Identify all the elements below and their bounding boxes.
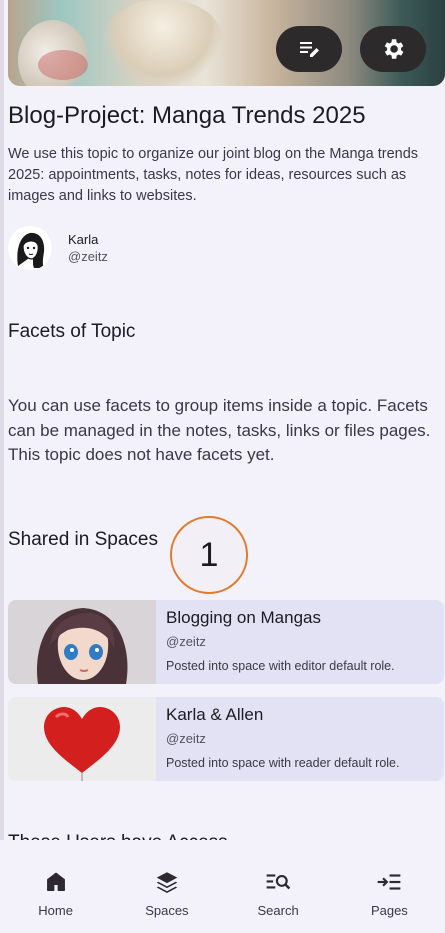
space-role: Posted into space with editor default ro… xyxy=(166,659,395,673)
avatar xyxy=(8,226,52,270)
space-name: Karla & Allen xyxy=(166,705,264,724)
home-icon xyxy=(43,869,69,895)
users-access-title: These Users have Access xyxy=(8,830,228,840)
nav-label: Search xyxy=(257,903,299,918)
facets-section-title: Facets of Topic xyxy=(8,321,136,342)
space-handle: @zeitz xyxy=(166,634,206,649)
topic-title: Blog-Project: Manga Trends 2025 xyxy=(8,102,366,129)
author-name: Karla xyxy=(68,232,99,247)
facets-empty-text: You can use facets to group items inside… xyxy=(8,396,431,464)
layers-icon xyxy=(154,869,180,895)
space-handle: @zeitz xyxy=(166,731,206,746)
space-role: Posted into space with reader default ro… xyxy=(166,756,400,770)
topic-description: We use this topic to organize our joint … xyxy=(8,146,419,204)
gear-icon xyxy=(384,39,404,59)
nav-label: Home xyxy=(38,903,73,918)
search-list-icon xyxy=(265,869,291,895)
nav-pages[interactable]: Pages xyxy=(334,840,445,933)
space-card-blogging-on-mangas[interactable]: Blogging on Mangas @zeitz Posted into sp… xyxy=(8,600,444,684)
shared-spaces-title: Shared in Spaces xyxy=(8,529,158,550)
nav-search[interactable]: Search xyxy=(223,840,334,933)
nav-label: Pages xyxy=(370,903,408,918)
space-thumbnail xyxy=(8,600,156,684)
nav-label: Spaces xyxy=(145,903,189,918)
edit-notes-icon xyxy=(300,42,319,57)
nav-home[interactable]: Home xyxy=(0,840,111,933)
space-card-karla-allen[interactable]: Karla & Allen @zeitz Posted into space w… xyxy=(8,697,444,781)
step-marker: 1 xyxy=(170,516,248,594)
bottom-navigation: Home Spaces Search Pages xyxy=(0,840,445,933)
pages-icon xyxy=(376,869,402,895)
topic-author[interactable]: Karla @zeitz xyxy=(8,226,108,270)
edit-topic-button[interactable] xyxy=(276,26,342,72)
topic-hero-image xyxy=(8,0,445,86)
left-rail xyxy=(0,0,4,933)
topic-settings-button[interactable] xyxy=(360,26,426,72)
nav-spaces[interactable]: Spaces xyxy=(111,840,222,933)
space-thumbnail xyxy=(8,697,156,781)
space-name: Blogging on Mangas xyxy=(166,608,322,627)
author-handle: @zeitz xyxy=(68,249,108,264)
